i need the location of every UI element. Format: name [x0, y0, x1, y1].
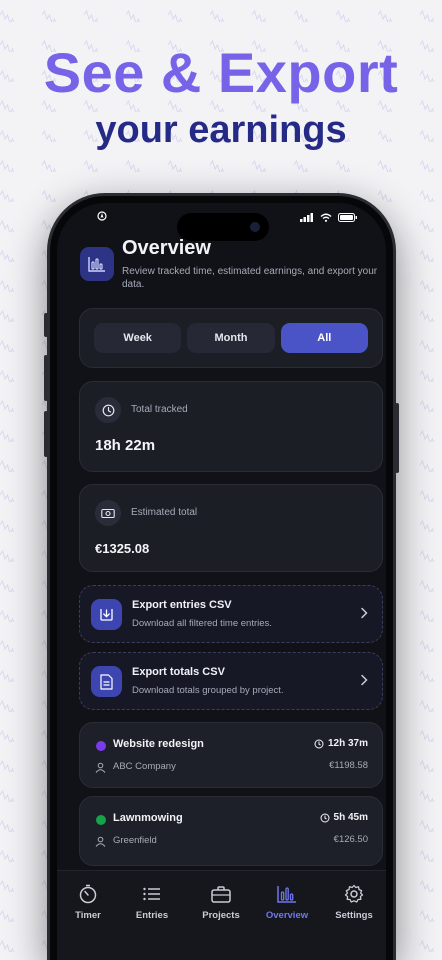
wave-pattern-row [0, 9, 438, 22]
range-month-button[interactable]: Month [187, 323, 275, 353]
money-icon [95, 500, 121, 526]
headline-line-1: See & Export [43, 41, 399, 104]
clock-icon [314, 739, 324, 748]
location-arrow-icon [97, 211, 107, 224]
estimated-total-value: €1325.08 [95, 541, 150, 556]
range-selector: Week Month All [79, 308, 383, 368]
signal-icon [300, 213, 313, 222]
total-tracked-value: 18h 22m [95, 437, 156, 454]
project-time: 12h 37m [314, 738, 368, 749]
project-time: 5h 45m [320, 812, 368, 823]
range-week-button[interactable]: Week [94, 323, 182, 353]
tab-projects[interactable]: Projects [188, 883, 254, 921]
dynamic-island [177, 213, 269, 241]
chevron-right-icon [360, 606, 368, 624]
gear-icon [321, 883, 386, 905]
tab-label: Entries [135, 910, 169, 921]
stopwatch-icon [57, 883, 121, 905]
briefcase-icon [188, 883, 254, 905]
user-icon [95, 760, 106, 778]
document-icon [91, 666, 122, 697]
export-totals-title: Export totals CSV [132, 666, 225, 678]
page-subtitle: Review tracked time, estimated earnings,… [122, 266, 378, 290]
project-name: Lawnmowing [113, 812, 183, 824]
project-amount: €1198.58 [329, 760, 368, 771]
project-card-lawnmowing[interactable]: Lawnmowing Greenfield 5h 45m €126.50 [79, 796, 383, 866]
clock-icon [320, 813, 330, 822]
tab-timer[interactable]: Timer [57, 883, 121, 921]
export-totals-button[interactable]: Export totals CSV Download totals groupe… [79, 652, 383, 710]
project-card-website-redesign[interactable]: Website redesign ABC Company 12h 37m €11… [79, 722, 383, 788]
project-color-dot [96, 815, 106, 825]
headline-line-2: your earnings [95, 109, 347, 151]
phone-frame: Overview Review tracked time, estimated … [44, 193, 399, 960]
list-icon [119, 883, 185, 905]
estimated-total-label: Estimated total [131, 507, 198, 518]
estimated-total-card: Estimated total €1325.08 [79, 484, 383, 572]
export-entries-button[interactable]: Export entries CSV Download all filtered… [79, 585, 383, 643]
tab-overview[interactable]: Overview [254, 883, 320, 921]
tab-label: Settings [335, 910, 373, 921]
app-screen: Overview Review tracked time, estimated … [57, 203, 386, 960]
range-all-button[interactable]: All [280, 323, 368, 353]
bar-chart-icon [254, 883, 320, 905]
project-time-value: 5h 45m [333, 812, 368, 823]
tab-label: Timer [75, 910, 101, 921]
project-client: ABC Company [113, 761, 176, 772]
headline: See & Export your earnings [0, 40, 442, 152]
project-color-dot [96, 741, 106, 751]
user-icon [95, 834, 106, 852]
export-entries-title: Export entries CSV [132, 599, 232, 611]
tab-settings[interactable]: Settings [321, 883, 386, 921]
total-tracked-card: Total tracked 18h 22m [79, 381, 383, 472]
clock-icon [95, 397, 121, 423]
wave-pattern-row [0, 159, 438, 172]
tab-label: Overview [265, 910, 309, 921]
tab-entries[interactable]: Entries [119, 883, 185, 921]
export-entries-subtitle: Download all filtered time entries. [132, 618, 272, 629]
wifi-icon [320, 213, 332, 222]
chevron-right-icon [360, 673, 368, 691]
bar-chart-icon [80, 247, 114, 281]
download-icon [91, 599, 122, 630]
project-name: Website redesign [113, 738, 204, 750]
tab-label: Projects [202, 910, 240, 921]
project-client: Greenfield [113, 835, 157, 846]
project-time-value: 12h 37m [327, 738, 368, 749]
tab-bar: Timer Entries Projects Overview Settings [57, 870, 386, 960]
project-amount: €126.50 [333, 834, 368, 845]
battery-icon [338, 213, 357, 222]
export-totals-subtitle: Download totals grouped by project. [132, 685, 284, 696]
total-tracked-label: Total tracked [131, 404, 188, 415]
